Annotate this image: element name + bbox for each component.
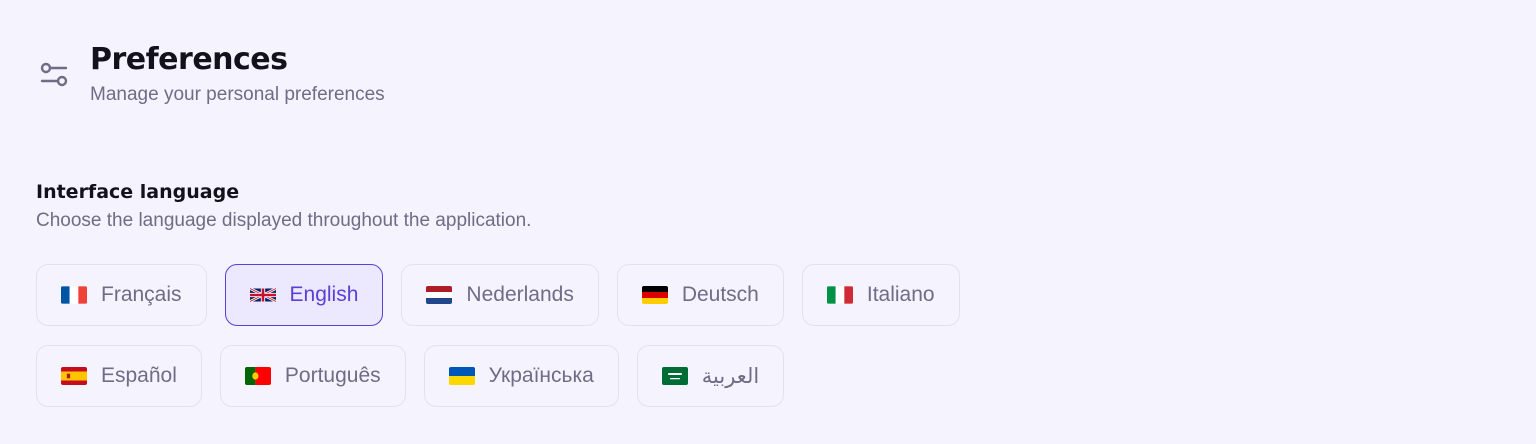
germany-flag-icon — [641, 286, 668, 304]
language-option-espanol[interactable]: Español — [36, 345, 202, 407]
portugal-flag-icon — [244, 367, 271, 385]
language-row-1: Français English Nederlands Deutsch Ital… — [36, 264, 1036, 326]
language-option-ukrainska[interactable]: Українська — [423, 345, 619, 407]
page-header: Preferences Manage your personal prefere… — [36, 40, 385, 106]
france-flag-icon — [61, 286, 87, 304]
language-label: Português — [284, 364, 381, 387]
sliders-icon — [36, 58, 72, 94]
language-label: Українська — [488, 364, 594, 387]
language-option-deutsch[interactable]: Deutsch — [616, 264, 784, 326]
language-option-nederlands[interactable]: Nederlands — [401, 264, 599, 326]
language-option-english[interactable]: English — [224, 264, 384, 326]
ukraine-flag-icon — [448, 367, 475, 385]
language-label: Español — [101, 364, 177, 387]
language-option-portugues[interactable]: Português — [219, 345, 406, 407]
page-title: Preferences — [90, 42, 288, 77]
section-description: Choose the language displayed throughout… — [36, 210, 532, 231]
language-label: Français — [101, 283, 182, 306]
header-text: Preferences Manage your personal prefere… — [90, 40, 385, 106]
saudi-arabia-flag-icon — [661, 367, 688, 385]
italy-flag-icon — [826, 286, 853, 304]
language-option-italiano[interactable]: Italiano — [801, 264, 960, 326]
language-label: Italiano — [866, 283, 935, 306]
language-options: Français English Nederlands Deutsch Ital… — [36, 264, 1036, 426]
language-row-2: Español Português Українська العربية — [36, 345, 1036, 407]
interface-language-section: Interface language Choose the language d… — [36, 176, 531, 232]
language-option-francais[interactable]: Français — [36, 264, 207, 326]
language-label: العربية — [701, 364, 760, 388]
netherlands-flag-icon — [426, 286, 453, 304]
spain-flag-icon — [61, 367, 87, 385]
page-subtitle: Manage your personal preferences — [90, 84, 385, 105]
uk-flag-icon — [249, 286, 276, 304]
language-option-arabic[interactable]: العربية — [636, 345, 785, 407]
language-label: Deutsch — [681, 283, 759, 306]
section-title: Interface language — [36, 181, 240, 203]
language-label: Nederlands — [466, 283, 574, 306]
language-label: English — [289, 283, 359, 306]
